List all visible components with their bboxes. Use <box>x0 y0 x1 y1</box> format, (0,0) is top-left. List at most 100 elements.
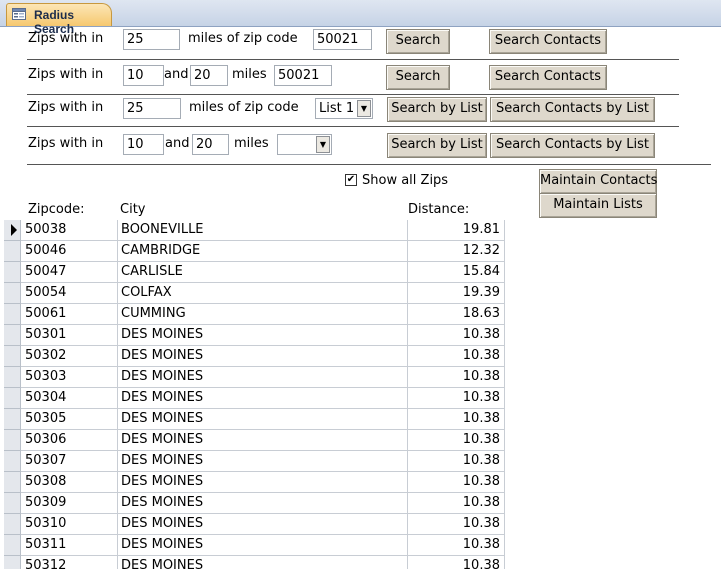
record-selector[interactable] <box>4 220 21 241</box>
city-cell[interactable]: DES MOINES <box>118 556 408 569</box>
zipcode-cell[interactable]: 50301 <box>21 325 118 346</box>
distance-cell[interactable]: 10.38 <box>408 388 505 409</box>
distance-cell[interactable]: 10.38 <box>408 367 505 388</box>
row1-miles-input[interactable]: 25 <box>123 29 180 50</box>
distance-cell[interactable]: 10.38 <box>408 346 505 367</box>
city-cell[interactable]: DES MOINES <box>118 472 408 493</box>
zipcode-cell[interactable]: 50310 <box>21 514 118 535</box>
record-selector[interactable] <box>4 472 21 493</box>
distance-cell[interactable]: 18.63 <box>408 304 505 325</box>
table-row[interactable]: 50303 DES MOINES 10.38 <box>4 367 505 388</box>
zipcode-cell[interactable]: 50047 <box>21 262 118 283</box>
row2-max-miles-input[interactable]: 20 <box>190 65 228 86</box>
table-row[interactable]: 50306 DES MOINES 10.38 <box>4 430 505 451</box>
maintain-lists-button[interactable]: Maintain Lists <box>539 193 657 218</box>
table-row[interactable]: 50047 CARLISLE 15.84 <box>4 262 505 283</box>
radius-search-tab[interactable]: Radius Search <box>6 3 112 36</box>
zipcode-cell[interactable]: 50303 <box>21 367 118 388</box>
table-row[interactable]: 50054 COLFAX 19.39 <box>4 283 505 304</box>
zipcode-cell[interactable]: 50312 <box>21 556 118 569</box>
distance-cell[interactable]: 10.38 <box>408 430 505 451</box>
record-selector[interactable] <box>4 409 21 430</box>
zipcode-cell[interactable]: 50061 <box>21 304 118 325</box>
row4-max-miles-input[interactable]: 20 <box>192 134 229 155</box>
city-cell[interactable]: DES MOINES <box>118 388 408 409</box>
city-cell[interactable]: DES MOINES <box>118 325 408 346</box>
zipcode-cell[interactable]: 50302 <box>21 346 118 367</box>
table-row[interactable]: 50305 DES MOINES 10.38 <box>4 409 505 430</box>
city-cell[interactable]: DES MOINES <box>118 409 408 430</box>
record-selector[interactable] <box>4 388 21 409</box>
city-cell[interactable]: DES MOINES <box>118 493 408 514</box>
results-datasheet[interactable]: 50038 BOONEVILLE 19.81 50046 CAMBRIDGE 12.32 5… <box>4 220 505 569</box>
record-selector[interactable] <box>4 535 21 556</box>
table-row[interactable]: 50312 DES MOINES 10.38 <box>4 556 505 569</box>
row1-zip-input[interactable]: 50021 <box>313 29 372 50</box>
row2-search-contacts-button[interactable]: Search Contacts <box>489 65 607 90</box>
record-selector[interactable] <box>4 241 21 262</box>
table-row[interactable]: 50310 DES MOINES 10.38 <box>4 514 505 535</box>
record-selector[interactable] <box>4 430 21 451</box>
record-selector[interactable] <box>4 325 21 346</box>
maintain-contacts-button[interactable]: Maintain Contacts <box>539 169 657 194</box>
distance-cell[interactable]: 19.81 <box>408 220 505 241</box>
table-row[interactable]: 50038 BOONEVILLE 19.81 <box>4 220 505 241</box>
distance-cell[interactable]: 10.38 <box>408 451 505 472</box>
record-selector[interactable] <box>4 283 21 304</box>
distance-cell[interactable]: 10.38 <box>408 514 505 535</box>
row2-zip-input[interactable]: 50021 <box>274 65 332 86</box>
zipcode-cell[interactable]: 50304 <box>21 388 118 409</box>
row3-search-by-list-button[interactable]: Search by List <box>387 97 487 122</box>
city-cell[interactable]: DES MOINES <box>118 535 408 556</box>
zipcode-cell[interactable]: 50038 <box>21 220 118 241</box>
distance-cell[interactable]: 10.38 <box>408 325 505 346</box>
zipcode-cell[interactable]: 50309 <box>21 493 118 514</box>
dropdown-arrow-icon[interactable]: ▼ <box>316 136 330 153</box>
distance-cell[interactable]: 15.84 <box>408 262 505 283</box>
city-cell[interactable]: DES MOINES <box>118 451 408 472</box>
record-selector[interactable] <box>4 514 21 535</box>
record-selector[interactable] <box>4 451 21 472</box>
distance-cell[interactable]: 19.39 <box>408 283 505 304</box>
city-cell[interactable]: COLFAX <box>118 283 408 304</box>
dropdown-arrow-icon[interactable]: ▼ <box>357 100 371 117</box>
row3-search-contacts-by-list-button[interactable]: Search Contacts by List <box>490 97 655 122</box>
table-row[interactable]: 50046 CAMBRIDGE 12.32 <box>4 241 505 262</box>
table-row[interactable]: 50301 DES MOINES 10.38 <box>4 325 505 346</box>
table-row[interactable]: 50308 DES MOINES 10.38 <box>4 472 505 493</box>
table-row[interactable]: 50311 DES MOINES 10.38 <box>4 535 505 556</box>
distance-cell[interactable]: 10.38 <box>408 535 505 556</box>
distance-cell[interactable]: 10.38 <box>408 409 505 430</box>
row1-search-contacts-button[interactable]: Search Contacts <box>489 29 607 54</box>
record-selector[interactable] <box>4 262 21 283</box>
table-row[interactable]: 50309 DES MOINES 10.38 <box>4 493 505 514</box>
table-row[interactable]: 50302 DES MOINES 10.38 <box>4 346 505 367</box>
row1-search-button[interactable]: Search <box>386 29 450 54</box>
city-cell[interactable]: DES MOINES <box>118 367 408 388</box>
row2-min-miles-input[interactable]: 10 <box>123 65 164 86</box>
record-selector[interactable] <box>4 556 21 569</box>
city-cell[interactable]: BOONEVILLE <box>118 220 408 241</box>
distance-cell[interactable]: 10.38 <box>408 472 505 493</box>
city-cell[interactable]: DES MOINES <box>118 346 408 367</box>
distance-cell[interactable]: 12.32 <box>408 241 505 262</box>
zipcode-cell[interactable]: 50305 <box>21 409 118 430</box>
city-cell[interactable]: CARLISLE <box>118 262 408 283</box>
row4-min-miles-input[interactable]: 10 <box>123 134 164 155</box>
row4-search-by-list-button[interactable]: Search by List <box>387 133 487 158</box>
distance-cell[interactable]: 10.38 <box>408 493 505 514</box>
city-cell[interactable]: DES MOINES <box>118 430 408 451</box>
table-row[interactable]: 50304 DES MOINES 10.38 <box>4 388 505 409</box>
row2-search-button[interactable]: Search <box>386 65 450 90</box>
record-selector[interactable] <box>4 346 21 367</box>
zipcode-cell[interactable]: 50308 <box>21 472 118 493</box>
row4-search-contacts-by-list-button[interactable]: Search Contacts by List <box>490 133 655 158</box>
zipcode-cell[interactable]: 50054 <box>21 283 118 304</box>
zipcode-cell[interactable]: 50046 <box>21 241 118 262</box>
city-cell[interactable]: CAMBRIDGE <box>118 241 408 262</box>
record-selector[interactable] <box>4 304 21 325</box>
row3-miles-input[interactable]: 25 <box>123 98 181 119</box>
city-cell[interactable]: DES MOINES <box>118 514 408 535</box>
record-selector[interactable] <box>4 493 21 514</box>
table-row[interactable]: 50061 CUMMING 18.63 <box>4 304 505 325</box>
